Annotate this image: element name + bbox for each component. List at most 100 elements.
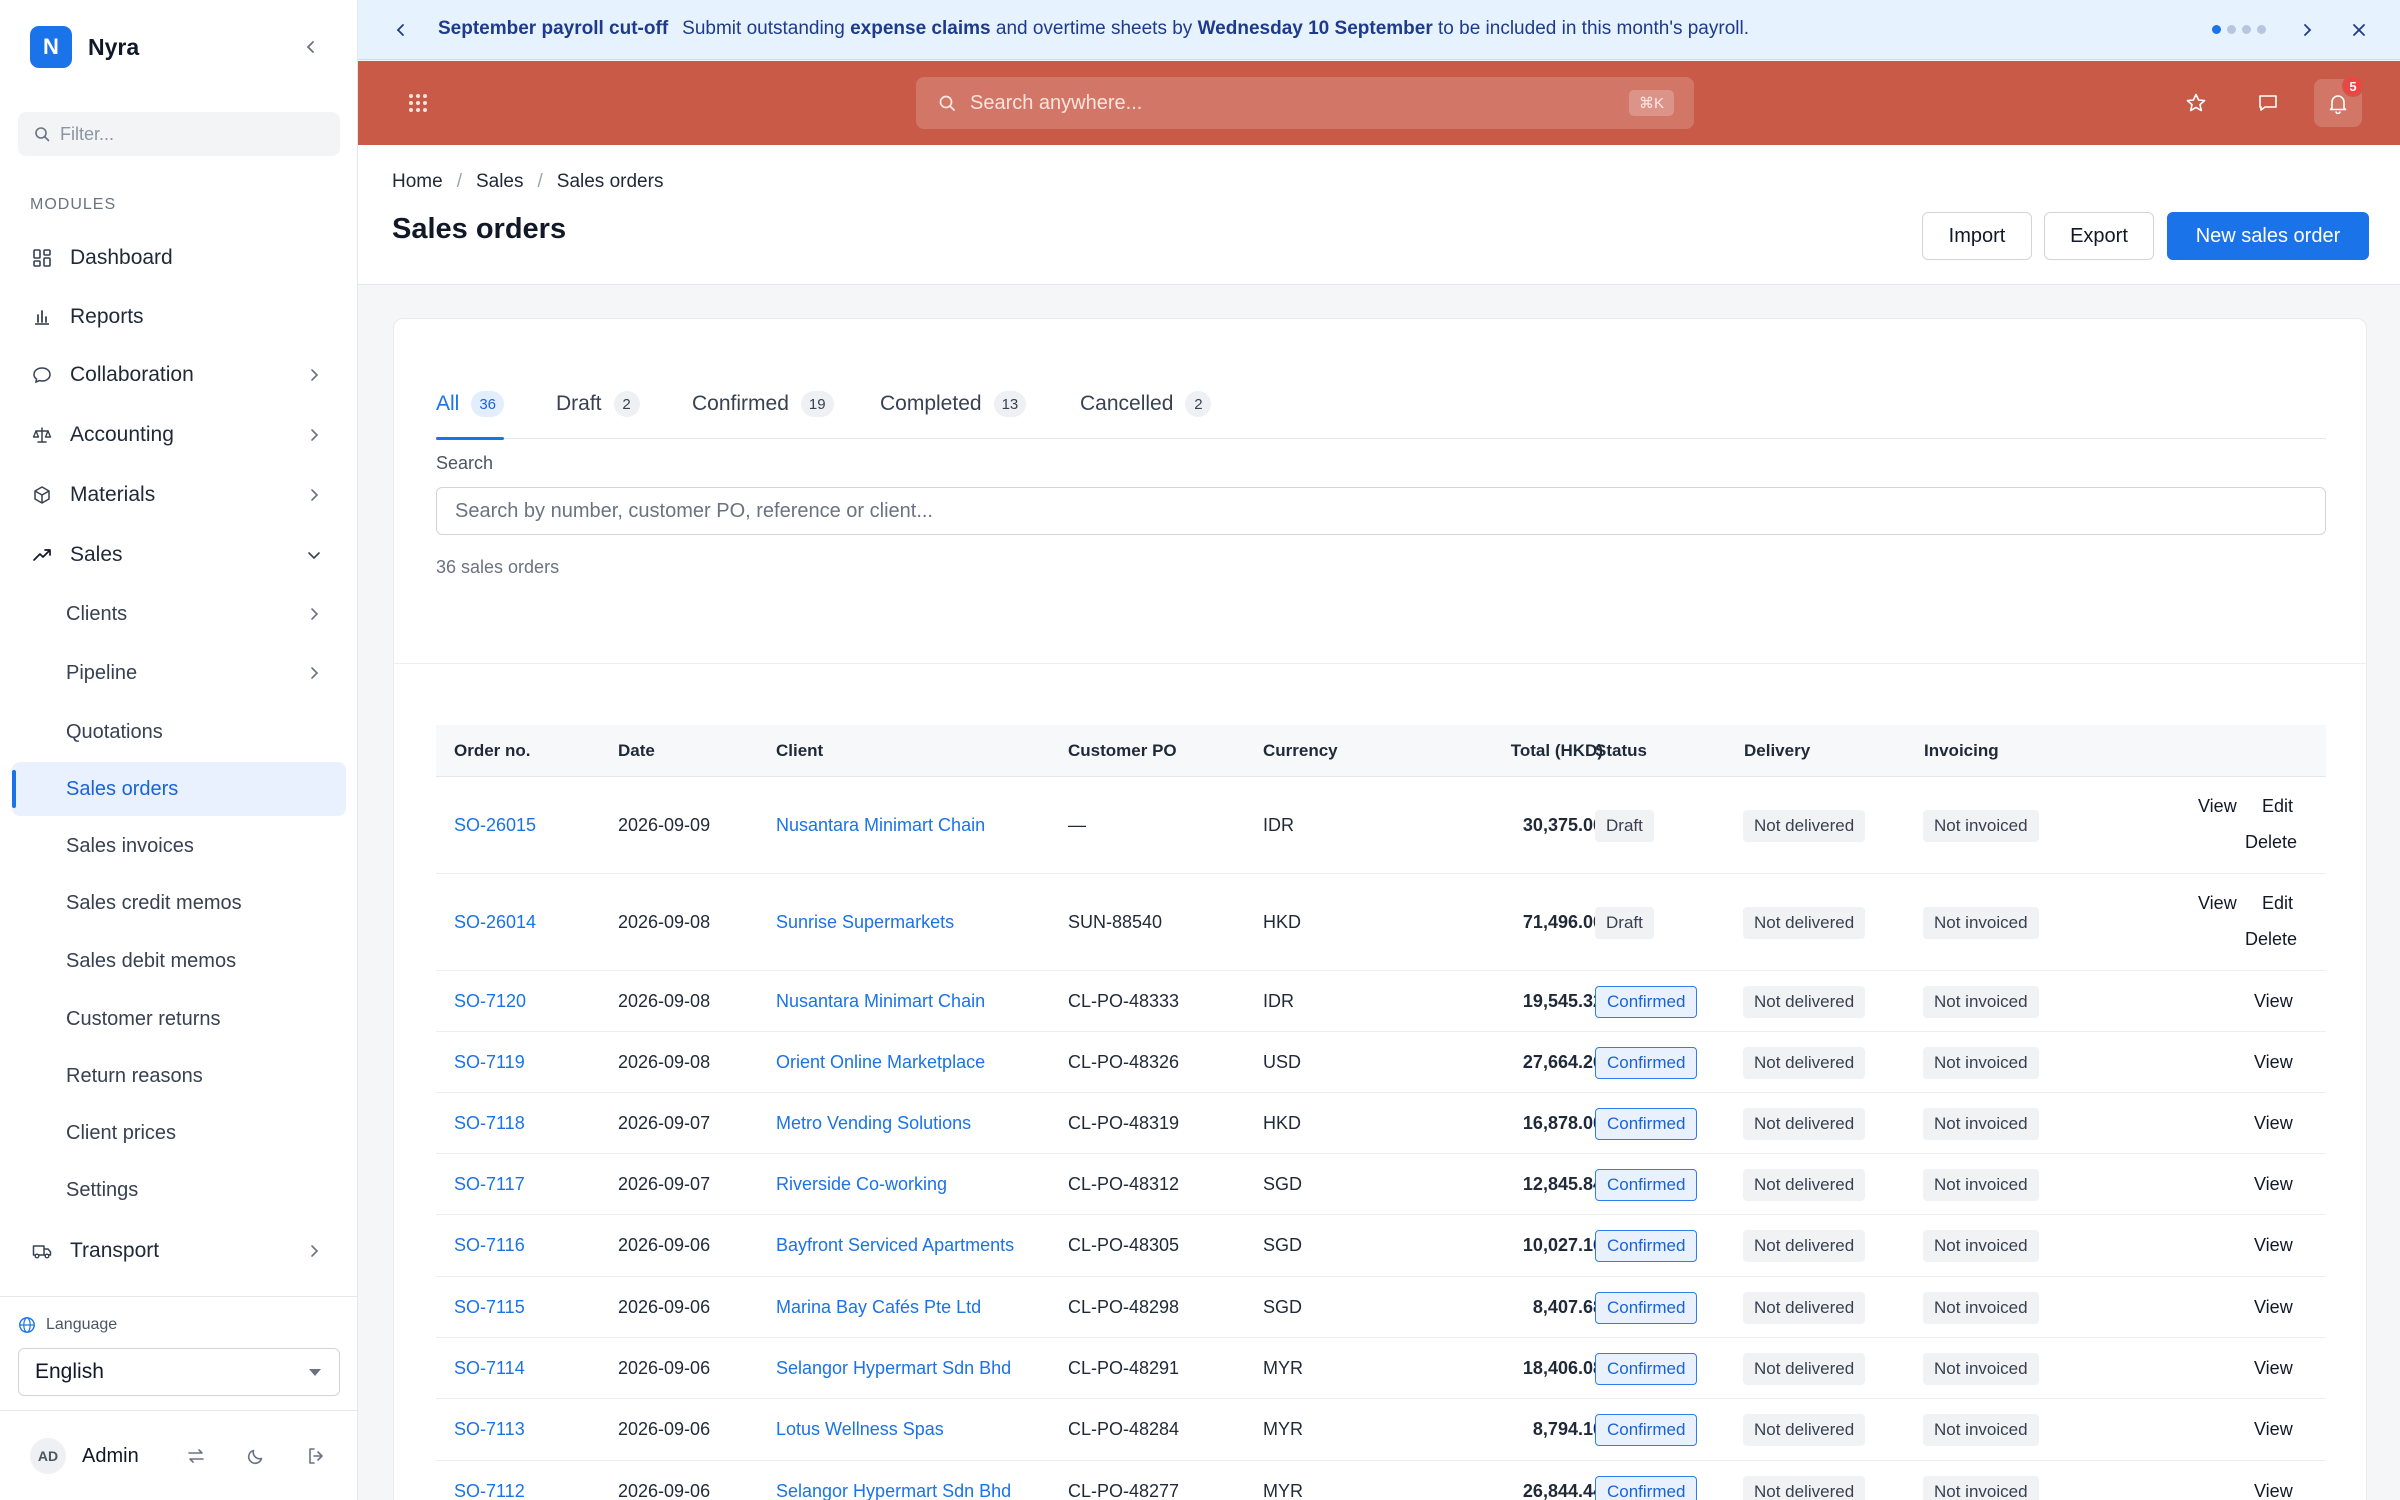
sidebar-subitem-sales-orders[interactable]: Sales orders: [12, 762, 346, 816]
collapse-sidebar-button[interactable]: [296, 32, 326, 62]
sidebar-item-transport[interactable]: Transport: [12, 1224, 346, 1278]
sidebar-subitem-settings[interactable]: Settings: [12, 1163, 346, 1217]
banner-dot[interactable]: [2242, 25, 2251, 34]
view-link[interactable]: View: [2254, 1297, 2293, 1318]
table-row[interactable]: SO-7113 2026-09-06 Lotus Wellness Spas CL-P…: [436, 1399, 2326, 1461]
sidebar-subitem-clients[interactable]: Clients: [12, 587, 346, 641]
order-number-link[interactable]: SO-7118: [454, 1113, 525, 1134]
table-row[interactable]: SO-7115 2026-09-06 Marina Bay Cafés Pte Lt…: [436, 1277, 2326, 1338]
column-header[interactable]: Client: [776, 741, 823, 761]
client-link[interactable]: Lotus Wellness Spas: [776, 1419, 944, 1440]
banner-close-button[interactable]: [2346, 17, 2372, 43]
delete-link[interactable]: Delete: [2245, 929, 2297, 950]
order-number-link[interactable]: SO-7116: [454, 1235, 525, 1256]
view-link[interactable]: View: [2254, 991, 2293, 1012]
client-link[interactable]: Sunrise Supermarkets: [776, 912, 954, 933]
order-number-link[interactable]: SO-7114: [454, 1358, 525, 1379]
tab-all[interactable]: All 36: [436, 369, 505, 440]
switch-account-icon[interactable]: [182, 1442, 210, 1470]
notifications-button[interactable]: 5: [2314, 75, 2364, 127]
order-number-link[interactable]: SO-7115: [454, 1297, 525, 1318]
order-number-link[interactable]: SO-7117: [454, 1174, 525, 1195]
view-link[interactable]: View: [2254, 1113, 2293, 1134]
column-header[interactable]: Invoicing: [1924, 741, 1999, 761]
table-row[interactable]: SO-7120 2026-09-08 Nusantara Minimart Chai…: [436, 971, 2326, 1032]
breadcrumb-home[interactable]: Home: [392, 171, 443, 193]
logout-icon[interactable]: [302, 1442, 330, 1470]
edit-link[interactable]: Edit: [2262, 893, 2293, 914]
messages-button[interactable]: [2250, 85, 2286, 121]
sidebar-subitem-quotations[interactable]: Quotations: [12, 705, 346, 759]
language-select[interactable]: English: [18, 1348, 340, 1396]
global-search[interactable]: Search anywhere... ⌘K: [916, 77, 1694, 129]
sidebar-filter-input[interactable]: [60, 123, 320, 145]
order-number-link[interactable]: SO-7120: [454, 991, 526, 1012]
sidebar-item-collaboration[interactable]: Collaboration: [12, 348, 346, 402]
view-link[interactable]: View: [2254, 1235, 2293, 1256]
column-header[interactable]: Delivery: [1744, 741, 1810, 761]
banner-prev-button[interactable]: [388, 17, 414, 43]
client-link[interactable]: Selangor Hypermart Sdn Bhd: [776, 1481, 1011, 1500]
breadcrumb-sales[interactable]: Sales: [476, 171, 524, 193]
orders-search-input[interactable]: [436, 487, 2326, 535]
table-row[interactable]: SO-26015 2026-09-09 Nusantara Minimart Cha…: [436, 777, 2326, 874]
client-link[interactable]: Nusantara Minimart Chain: [776, 991, 985, 1012]
sidebar-subitem-sales-debit-memos[interactable]: Sales debit memos: [12, 934, 346, 988]
order-number-link[interactable]: SO-7113: [454, 1419, 525, 1440]
view-link[interactable]: View: [2254, 1174, 2293, 1195]
sidebar-item-materials[interactable]: Materials: [12, 468, 346, 522]
banner-next-button[interactable]: [2294, 17, 2320, 43]
view-link[interactable]: View: [2198, 796, 2237, 817]
client-link[interactable]: Selangor Hypermart Sdn Bhd: [776, 1358, 1011, 1379]
export-button[interactable]: Export: [2044, 212, 2154, 260]
sidebar-subitem-pipeline[interactable]: Pipeline: [12, 646, 346, 700]
import-button[interactable]: Import: [1922, 212, 2032, 260]
sidebar-subitem-sales-invoices[interactable]: Sales invoices: [12, 819, 346, 873]
table-row[interactable]: SO-7117 2026-09-07 Riverside Co-working CL-…: [436, 1154, 2326, 1215]
app-launcher-button[interactable]: [404, 89, 432, 117]
order-number-link[interactable]: SO-26015: [454, 815, 536, 836]
table-row[interactable]: SO-7119 2026-09-08 Orient Online Marketpla…: [436, 1032, 2326, 1093]
table-row[interactable]: SO-26014 2026-09-08 Sunrise Supermarkets SU…: [436, 874, 2326, 971]
sidebar-subitem-sales-credit-memos[interactable]: Sales credit memos: [12, 876, 346, 930]
edit-link[interactable]: Edit: [2262, 796, 2293, 817]
view-link[interactable]: View: [2198, 893, 2237, 914]
sidebar-item-sales[interactable]: Sales: [12, 528, 346, 582]
order-number-link[interactable]: SO-7119: [454, 1052, 525, 1073]
column-header[interactable]: Date: [618, 741, 655, 761]
brand[interactable]: N Nyra: [30, 26, 139, 68]
sidebar-item-dashboard[interactable]: Dashboard: [12, 231, 346, 285]
tab-cancelled[interactable]: Cancelled 2: [1080, 369, 1212, 439]
column-header[interactable]: Customer PO: [1068, 741, 1177, 761]
banner-dot[interactable]: [2212, 25, 2221, 34]
table-row[interactable]: SO-7118 2026-09-07 Metro Vending Solutions…: [436, 1093, 2326, 1154]
column-header[interactable]: Order no.: [454, 741, 531, 761]
column-header[interactable]: Total (HKD): [1473, 741, 1603, 761]
banner-dot[interactable]: [2227, 25, 2236, 34]
client-link[interactable]: Riverside Co-working: [776, 1174, 947, 1195]
sidebar-subitem-customer-returns[interactable]: Customer returns: [12, 992, 346, 1046]
view-link[interactable]: View: [2254, 1481, 2293, 1500]
view-link[interactable]: View: [2254, 1419, 2293, 1440]
banner-dot[interactable]: [2257, 25, 2266, 34]
dark-mode-icon[interactable]: [242, 1442, 270, 1470]
sidebar-item-accounting[interactable]: Accounting: [12, 408, 346, 462]
sidebar-subitem-client-prices[interactable]: Client prices: [12, 1106, 346, 1160]
table-row[interactable]: SO-7114 2026-09-06 Selangor Hypermart Sdn …: [436, 1338, 2326, 1399]
client-link[interactable]: Bayfront Serviced Apartments: [776, 1235, 1014, 1256]
order-number-link[interactable]: SO-7112: [454, 1481, 525, 1500]
order-number-link[interactable]: SO-26014: [454, 912, 536, 933]
tab-confirmed[interactable]: Confirmed 19: [692, 369, 834, 439]
column-header[interactable]: Currency: [1263, 741, 1338, 761]
client-link[interactable]: Marina Bay Cafés Pte Ltd: [776, 1297, 981, 1318]
table-row[interactable]: SO-7116 2026-09-06 Bayfront Serviced Apart…: [436, 1215, 2326, 1277]
sidebar-item-reports[interactable]: Reports: [12, 290, 346, 344]
view-link[interactable]: View: [2254, 1052, 2293, 1073]
favorites-button[interactable]: [2178, 85, 2214, 121]
tab-completed[interactable]: Completed 13: [880, 369, 1027, 439]
tab-draft[interactable]: Draft 2: [556, 369, 640, 439]
client-link[interactable]: Metro Vending Solutions: [776, 1113, 971, 1134]
table-row[interactable]: SO-7112 2026-09-06 Selangor Hypermart Sdn …: [436, 1461, 2326, 1500]
view-link[interactable]: View: [2254, 1358, 2293, 1379]
delete-link[interactable]: Delete: [2245, 832, 2297, 853]
